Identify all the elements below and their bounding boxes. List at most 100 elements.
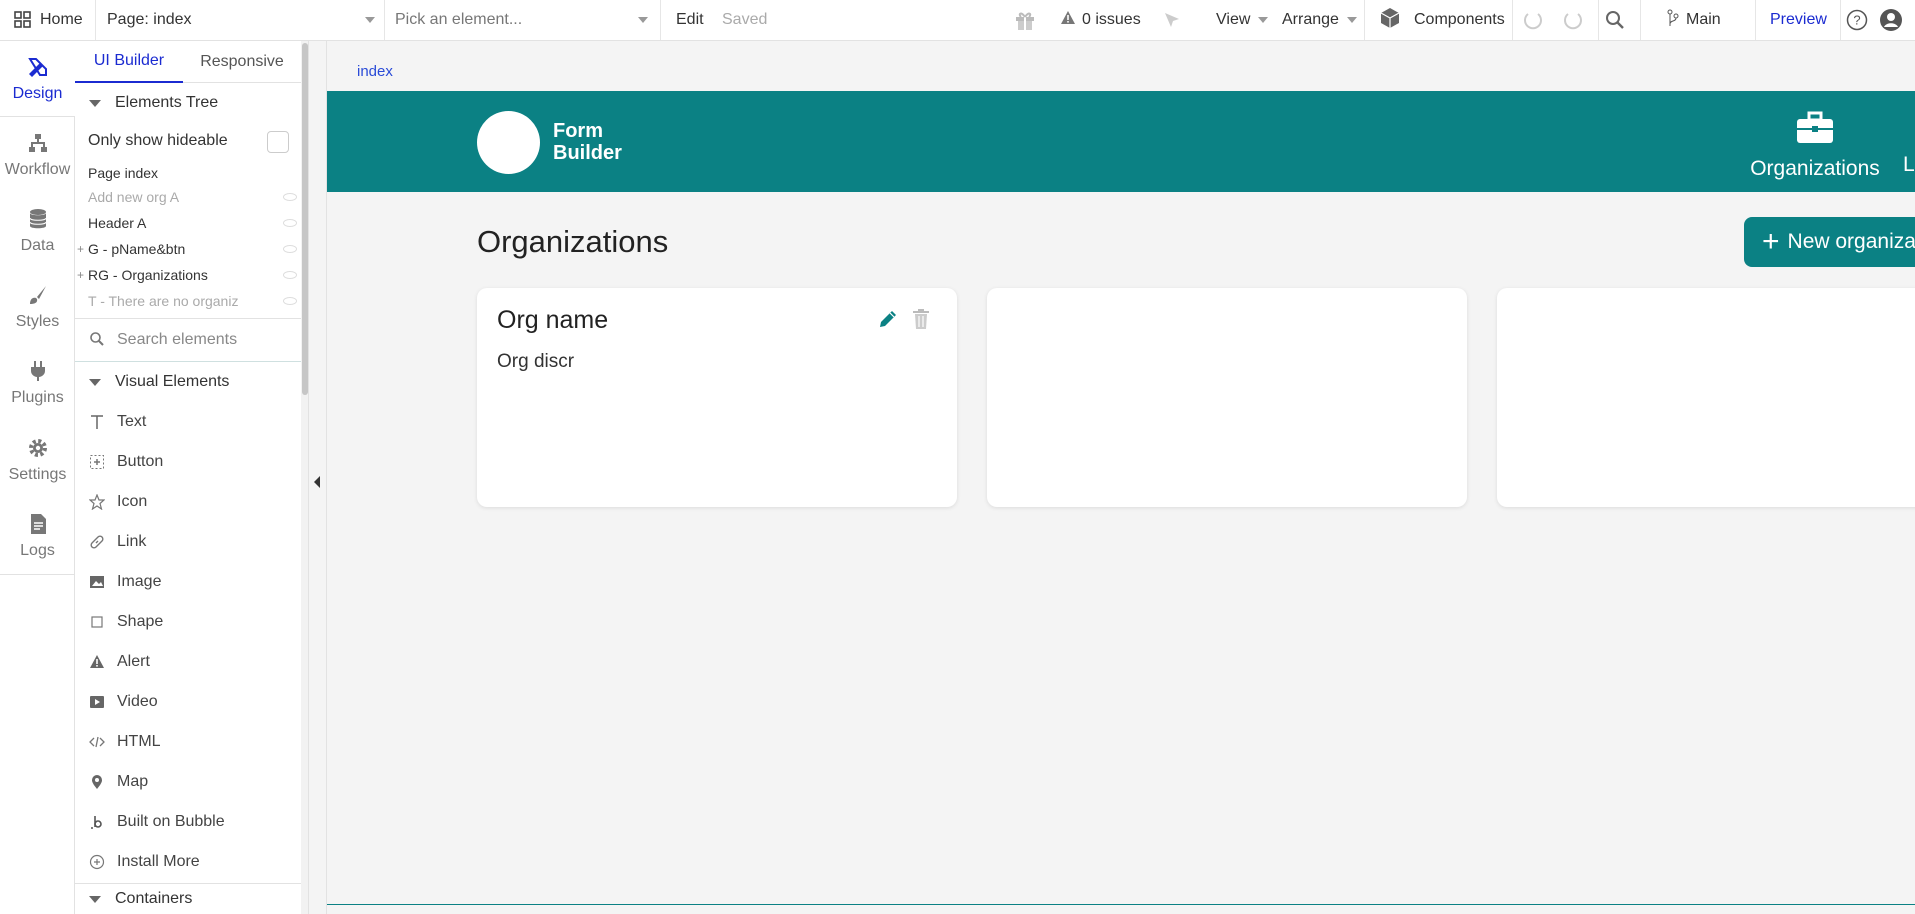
page-title: Organizations [477, 224, 669, 259]
page-select-value: Page: index [107, 11, 192, 28]
link-icon [90, 535, 104, 549]
help-icon[interactable]: ? [1846, 0, 1868, 40]
tree-item[interactable]: Add new org A [75, 185, 301, 209]
design-icon [27, 58, 47, 77]
visual-element-html[interactable]: HTML [75, 722, 301, 762]
pencil-icon[interactable] [877, 308, 899, 330]
data-icon [29, 209, 46, 229]
edit-menu[interactable]: Edit [676, 0, 704, 40]
components-button[interactable]: Components [1378, 0, 1505, 40]
redo-icon[interactable] [1562, 0, 1584, 40]
issues-button[interactable]: 0 issues [1060, 0, 1141, 40]
visual-element-alert[interactable]: Alert [75, 642, 301, 682]
search-icon[interactable] [1604, 0, 1626, 40]
visual-element-map[interactable]: Map [75, 762, 301, 802]
tree-item[interactable]: Page index [75, 161, 301, 185]
tree-item[interactable]: + RG - Organizations [75, 263, 301, 287]
visual-element-install-more[interactable]: Install More [75, 842, 301, 882]
element-picker[interactable]: Pick an element... [395, 0, 648, 40]
tree-item-label: RG - Organizations [88, 267, 208, 283]
app-header[interactable]: Form Builder Organizations L [327, 91, 1915, 192]
eye-icon[interactable] [283, 193, 297, 201]
plus-icon: + [1762, 225, 1780, 258]
panel-scrollbar-thumb[interactable] [302, 43, 308, 395]
rail-item-data[interactable]: Data [0, 193, 75, 269]
view-menu[interactable]: View [1216, 0, 1269, 40]
tree-item[interactable]: Header A [75, 211, 301, 235]
edit-label: Edit [676, 11, 704, 28]
tree-item-label: Page index [88, 165, 159, 181]
styles-icon [29, 286, 46, 304]
account-icon[interactable] [1879, 0, 1903, 40]
cube-icon [1378, 6, 1402, 35]
visual-element-text[interactable]: Text [75, 402, 301, 442]
trash-icon[interactable] [912, 308, 930, 330]
visual-element-button[interactable]: Button [75, 442, 301, 482]
nav-item-cut[interactable]: L [1903, 153, 1915, 177]
collapse-panel-arrow-icon[interactable] [314, 476, 320, 488]
tree-item[interactable]: + G - pName&btn [75, 237, 301, 261]
brand-line-1: Form [553, 120, 603, 142]
eye-icon[interactable] [283, 219, 297, 227]
containers-header[interactable]: Containers [75, 884, 301, 914]
rail-item-logs[interactable]: Logs [0, 498, 75, 574]
expand-plus-icon[interactable]: + [77, 268, 84, 282]
tab-responsive[interactable]: Responsive [183, 41, 301, 83]
brand-line-2: Builder [553, 142, 622, 164]
components-label: Components [1414, 11, 1505, 28]
workflow-icon [28, 134, 47, 152]
cursor-icon[interactable] [1162, 0, 1182, 40]
expand-plus-icon[interactable]: + [77, 242, 84, 256]
org-card-empty[interactable] [1497, 288, 1915, 507]
rail-item-workflow[interactable]: Workflow [0, 117, 75, 193]
settings-icon [28, 439, 47, 457]
warning-icon [1060, 10, 1076, 30]
eye-icon[interactable] [283, 297, 297, 305]
search-icon [89, 331, 105, 350]
left-rail: Design Workflow Data Styles Plugins Sett… [0, 41, 75, 914]
elements-tree-label: Elements Tree [115, 94, 219, 111]
arrange-menu[interactable]: Arrange [1282, 0, 1357, 40]
tree-item-label: Header A [88, 215, 147, 231]
tree-item-label: Add new org A [88, 189, 180, 205]
undo-icon[interactable] [1522, 0, 1544, 40]
visual-elements-label: Visual Elements [115, 373, 230, 390]
home-button[interactable]: Home [14, 0, 83, 40]
plugins-icon [30, 361, 45, 381]
visual-element-label: Alert [117, 653, 150, 670]
rail-item-design[interactable]: Design [0, 41, 75, 117]
visual-element-icon[interactable]: Icon [75, 482, 301, 522]
text-icon [91, 415, 103, 429]
new-organization-button[interactable]: + New organiza [1744, 217, 1915, 267]
visual-element-label: Link [117, 533, 147, 550]
rail-item-label: Plugins [11, 389, 64, 406]
eye-icon[interactable] [283, 271, 297, 279]
rail-item-styles[interactable]: Styles [0, 269, 75, 345]
elements-tree-header[interactable]: Elements Tree [75, 83, 301, 123]
visual-element-built-on-bubble[interactable]: Built on Bubble [75, 802, 301, 842]
rail-item-plugins[interactable]: Plugins [0, 345, 75, 421]
visual-elements-header[interactable]: Visual Elements [75, 362, 301, 402]
eye-icon[interactable] [283, 245, 297, 253]
gift-icon[interactable] [1013, 0, 1037, 40]
visual-element-shape[interactable]: Shape [75, 602, 301, 642]
visual-element-label: Button [117, 453, 164, 470]
preview-button[interactable]: Preview [1770, 0, 1827, 40]
rail-item-settings[interactable]: Settings [0, 422, 75, 498]
only-show-hideable-checkbox[interactable] [267, 131, 289, 153]
chevron-down-icon [1258, 17, 1269, 23]
org-card-empty[interactable] [987, 288, 1467, 507]
map-pin-icon [92, 775, 102, 789]
page-select[interactable]: Page: index [107, 0, 375, 40]
branch-selector[interactable]: Main [1666, 0, 1721, 40]
visual-element-video[interactable]: Video [75, 682, 301, 722]
nav-organizations[interactable]: Organizations [1745, 111, 1885, 181]
view-label: View [1216, 11, 1251, 28]
page-name-label[interactable]: index [357, 63, 393, 80]
tab-ui-builder[interactable]: UI Builder [75, 41, 183, 83]
tree-item[interactable]: T - There are no organiz [75, 289, 301, 313]
search-elements-field[interactable]: Search elements [75, 319, 301, 361]
visual-element-link[interactable]: Link [75, 522, 301, 562]
org-card[interactable]: Org name Org discr [477, 288, 957, 507]
visual-element-image[interactable]: Image [75, 562, 301, 602]
